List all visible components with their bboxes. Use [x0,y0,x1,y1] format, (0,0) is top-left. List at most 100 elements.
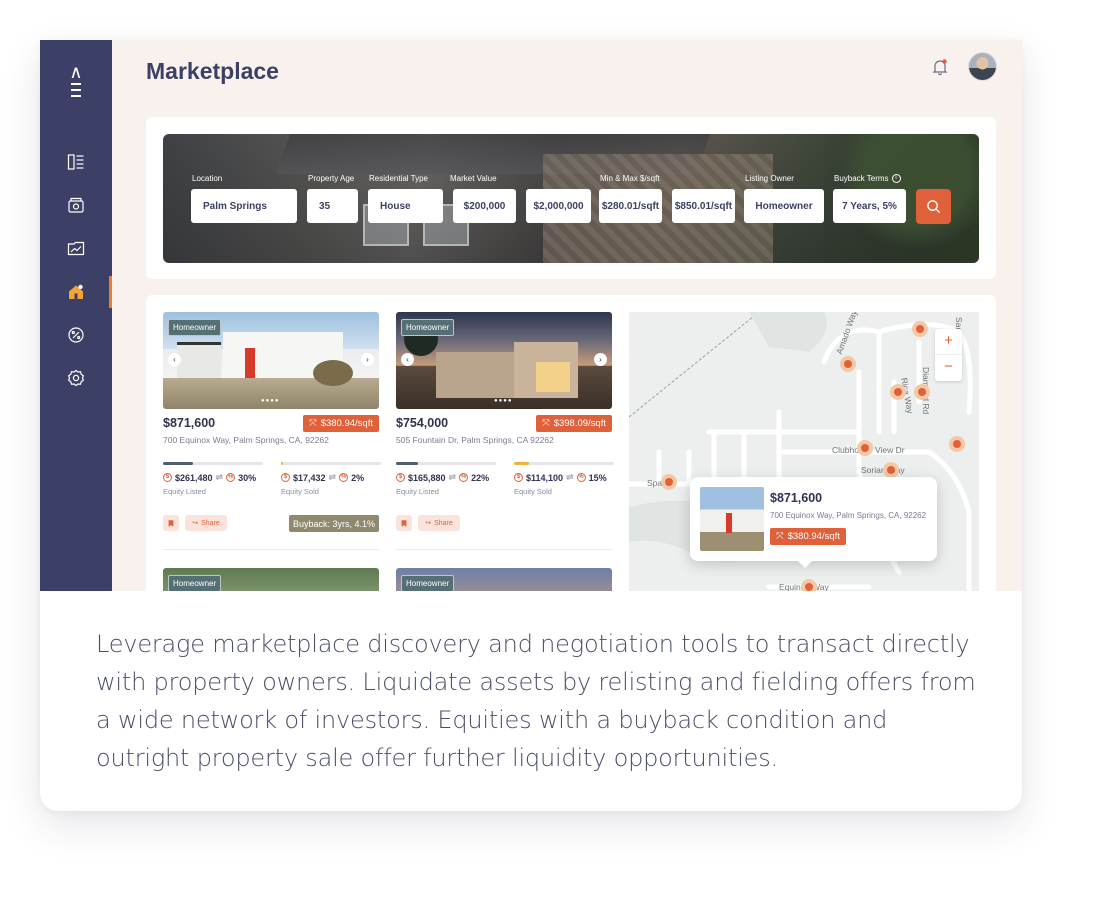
buyback-terms-field[interactable]: 7 Years, 5% [833,189,906,223]
bookmark-button[interactable] [396,515,412,531]
owner-badge: Homeowner [401,575,455,591]
expand-arrows-icon: ⤧ [776,531,784,542]
market-value-label: Market Value [450,174,497,183]
map-pin[interactable] [857,440,873,456]
carousel-dots[interactable]: ●●●● [494,398,513,404]
info-icon[interactable]: i [891,174,901,184]
dashboard-icon[interactable] [64,150,88,174]
exchange-icon: ⇌ [448,472,457,482]
map-view[interactable]: Amado Way San Marco Dr Rica Way Diamond … [629,312,979,591]
share-button[interactable]: ↪ Share [418,515,460,531]
map-listing-popup[interactable]: $871,600 700 Equinox Way, Palm Springs, … [690,477,937,568]
sidebar: ∧ [40,40,112,591]
price-per-sqft-max-field[interactable]: $850.01/sqft [672,189,735,223]
residential-type-field[interactable]: House [368,189,443,223]
chevron-left-icon[interactable]: ‹ [168,353,181,366]
map-pin[interactable] [890,384,906,400]
equity-listed-label: Equity Listed [163,487,206,496]
hero-image: Location Palm Springs Property Age 35 Re… [163,134,979,263]
map-pin[interactable] [912,321,928,337]
map-pin[interactable] [883,462,899,478]
equity-sold-amount: $17,432 [293,472,326,483]
price-per-sqft-min-field[interactable]: $280.01/sqft [599,189,662,223]
map-pin[interactable] [840,356,856,372]
exchange-icon: ⇌ [215,472,224,482]
equity-sold-bar [281,462,381,465]
equity-sold-label: Equity Sold [514,487,552,496]
listing-price: $871,600 [163,416,216,430]
portfolio-chart-icon[interactable] [64,236,88,260]
listing-card[interactable]: Homeowner ‹ › ●●●● $871,600 ⤧ $380.94/sqf… [163,312,381,552]
listing-photo[interactable]: Homeowner [163,568,379,591]
map-pin[interactable] [914,384,930,400]
share-icon: ↪ [425,520,432,527]
app-logo[interactable]: ∧ [66,63,86,104]
carousel-dots[interactable]: ●●●● [261,398,280,404]
buyback-terms-label: Buyback Terms i [834,174,901,184]
listing-owner-label: Listing Owner [745,174,794,183]
percent-icon: % [339,473,349,482]
owner-badge: Homeowner [168,575,222,591]
equity-listed-label: Equity Listed [396,487,439,496]
expand-arrows-icon: ⤧ [542,418,550,429]
listing-photo[interactable]: Homeowner ‹ › ●●●● [163,312,379,409]
search-panel: Location Palm Springs Property Age 35 Re… [146,117,996,279]
listing-owner-field[interactable]: Homeowner [744,189,824,223]
equity-listed: $ $261,480 ⇌ % 30% [163,472,256,483]
equity-listed-amount: $261,480 [175,472,213,483]
listing-card[interactable]: Homeowner [163,568,379,591]
popup-photo [700,487,764,551]
bookmark-icon [401,519,407,527]
active-nav-indicator [109,276,112,308]
equity-sold-amount: $114,100 [526,472,564,483]
chevron-right-icon[interactable]: › [594,353,607,366]
equity-listed-percent: 30% [238,472,257,483]
equity-listed-bar [396,462,496,465]
chevron-right-icon[interactable]: › [361,353,374,366]
share-button[interactable]: ↪ Share [185,515,227,531]
property-age-label: Property Age [308,174,355,183]
bookmark-button[interactable] [163,515,179,531]
bell-icon[interactable] [931,58,949,76]
dollar-coin-icon: $ [163,473,172,482]
market-value-min-field[interactable]: $200,000 [453,189,516,223]
market-value-max-field[interactable]: $2,000,000 [526,189,591,223]
bookmark-icon [168,519,174,527]
map-pin[interactable] [949,436,965,452]
listing-price: $754,000 [396,416,449,430]
expand-arrows-icon: ⤧ [309,418,317,429]
property-age-field[interactable]: 35 [307,189,358,223]
equity-sold-percent: 2% [351,472,365,483]
zoom-in-button[interactable]: + [935,329,962,355]
app-window: ∧ Marketplace Location Palm Springs Prop… [40,40,1022,591]
gear-icon[interactable] [64,366,88,390]
share-label: Share [201,519,220,527]
map-pin[interactable] [661,474,677,490]
exchange-icon: ⇌ [566,472,574,482]
listing-photo[interactable]: Homeowner ‹ › ●●●● [396,312,612,409]
avatar[interactable] [968,52,997,81]
popup-price: $871,600 [770,491,823,505]
vault-icon[interactable] [64,193,88,217]
listing-divider [163,549,379,550]
popup-price-per-sqft: ⤧ $380.94/sqft [770,528,846,545]
listing-card[interactable]: Homeowner [396,568,612,591]
feature-card: ∧ Marketplace Location Palm Springs Prop… [40,40,1022,811]
zoom-out-button[interactable]: − [935,355,962,381]
percent-badge-icon[interactable] [64,323,88,347]
equity-listed: $ $165,880 ⇌ % 22% [396,472,489,483]
listing-photo[interactable]: Homeowner [396,568,612,591]
chevron-left-icon[interactable]: ‹ [401,353,414,366]
home-icon[interactable] [64,280,88,304]
location-field[interactable]: Palm Springs [191,189,297,223]
owner-badge: Homeowner [168,319,222,336]
listing-divider [396,549,612,550]
buyback-badge: Buyback: 3yrs, 4.1% [288,515,379,532]
equity-listed-bar [163,462,263,465]
price-per-sqft-label: Min & Max $/sqft [600,174,660,183]
search-button[interactable] [916,189,951,224]
map-pin[interactable] [801,579,817,591]
dollar-coin-icon: $ [514,473,523,482]
results-panel: Homeowner ‹ › ●●●● $871,600 ⤧ $380.94/sqf… [146,295,996,591]
listing-card[interactable]: Homeowner ‹ › ●●●● $754,000 ⤧ $398.09/sqf… [396,312,614,552]
